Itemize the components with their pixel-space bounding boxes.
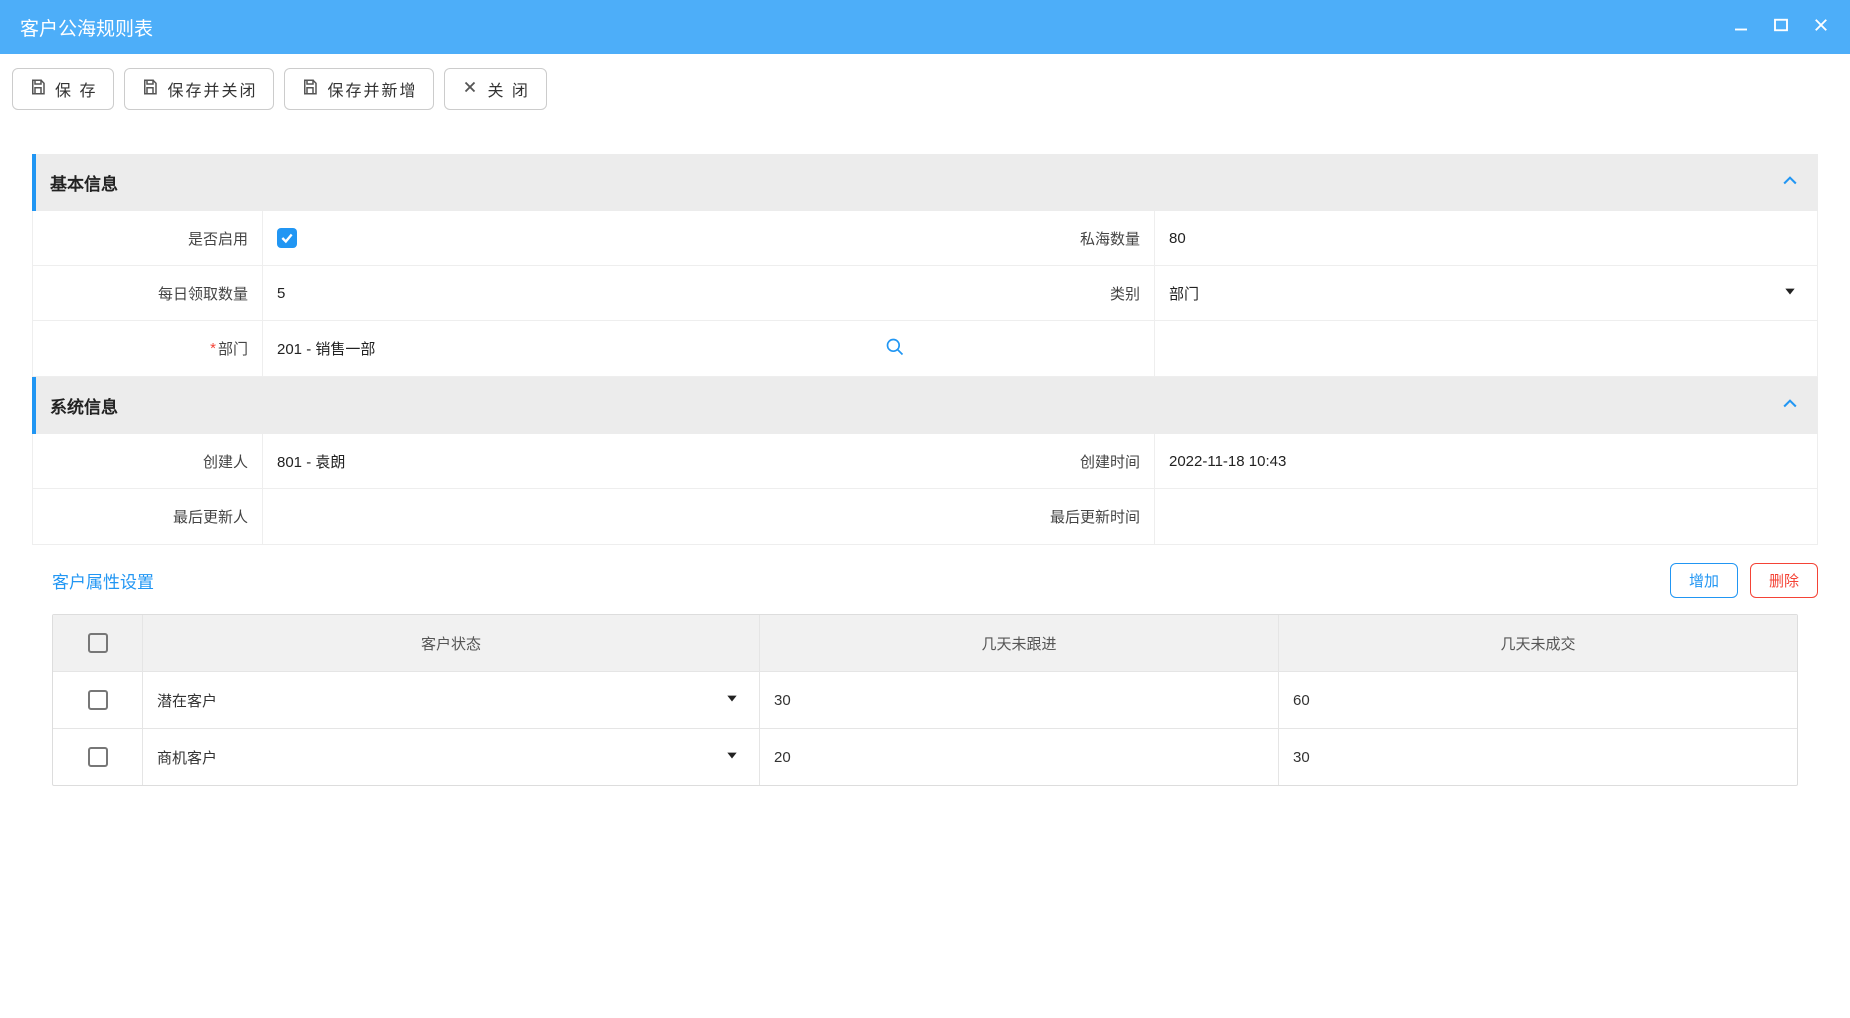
row-checkbox[interactable] xyxy=(88,747,108,767)
private-count-label: 私海数量 xyxy=(925,211,1155,265)
add-row-button[interactable]: 增加 xyxy=(1670,563,1738,598)
subtable-header: 客户属性设置 增加 删除 xyxy=(32,545,1818,610)
system-form: 创建人 801 - 袁朗 创建时间 2022-11-18 10:43 最后更新人… xyxy=(32,434,1818,545)
window-title: 客户公海规则表 xyxy=(20,14,153,41)
save-button[interactable]: 保 存 xyxy=(12,68,114,110)
create-time-value: 2022-11-18 10:43 xyxy=(1155,453,1817,470)
dept-lookup[interactable]: 201 - 销售一部 xyxy=(263,337,925,361)
days-no-follow-input[interactable]: 30 xyxy=(760,672,1279,728)
header-days-no-follow: 几天未跟进 xyxy=(760,615,1279,671)
chevron-down-icon xyxy=(725,691,739,709)
daily-claim-label: 每日领取数量 xyxy=(33,266,263,320)
enabled-value xyxy=(263,228,925,248)
field-creator: 创建人 801 - 袁朗 xyxy=(33,434,925,489)
window-titlebar: 客户公海规则表 xyxy=(0,0,1850,54)
field-daily-claim: 每日领取数量 5 xyxy=(33,266,925,321)
chevron-down-icon xyxy=(1783,284,1797,302)
table-row: 商机客户 20 30 xyxy=(53,729,1797,785)
field-create-time: 创建时间 2022-11-18 10:43 xyxy=(925,434,1817,489)
toolbar: 保 存 保存并关闭 保存并新增 关 闭 xyxy=(0,54,1850,124)
create-time-label: 创建时间 xyxy=(925,434,1155,488)
section-system-title: 系统信息 xyxy=(50,393,118,418)
close-icon[interactable] xyxy=(1812,16,1830,38)
close-icon xyxy=(461,78,479,101)
select-all-checkbox[interactable] xyxy=(88,633,108,653)
subtable-actions: 增加 删除 xyxy=(1670,563,1818,598)
delete-row-button[interactable]: 删除 xyxy=(1750,563,1818,598)
private-count-input[interactable]: 80 xyxy=(1155,230,1817,247)
dept-label: *部门 xyxy=(33,321,263,376)
close-button[interactable]: 关 闭 xyxy=(444,68,546,110)
row-checkbox-cell xyxy=(53,672,143,728)
content-area: 基本信息 是否启用 私海数量 80 每日领取数量 5 类别 xyxy=(0,124,1850,806)
save-new-button[interactable]: 保存并新增 xyxy=(284,68,434,110)
enabled-label: 是否启用 xyxy=(33,211,263,265)
header-days-no-deal: 几天未成交 xyxy=(1279,615,1797,671)
daily-claim-input[interactable]: 5 xyxy=(263,285,925,302)
enabled-checkbox[interactable] xyxy=(277,228,297,248)
window-controls xyxy=(1732,16,1830,38)
days-no-follow-input[interactable]: 20 xyxy=(760,729,1279,785)
chevron-down-icon xyxy=(725,748,739,766)
chevron-up-icon[interactable] xyxy=(1780,394,1800,418)
subtable-title: 客户属性设置 xyxy=(52,568,154,593)
update-time-label: 最后更新时间 xyxy=(925,489,1155,544)
subtable: 客户状态 几天未跟进 几天未成交 潜在客户 30 60 xyxy=(52,614,1798,786)
field-updater: 最后更新人 xyxy=(33,489,925,544)
status-select[interactable]: 潜在客户 xyxy=(143,672,760,728)
table-header-row: 客户状态 几天未跟进 几天未成交 xyxy=(53,615,1797,672)
required-mark: * xyxy=(210,340,216,357)
section-basic-title: 基本信息 xyxy=(50,170,118,195)
creator-value: 801 - 袁朗 xyxy=(263,451,925,472)
chevron-up-icon[interactable] xyxy=(1780,171,1800,195)
save-icon xyxy=(29,78,47,101)
header-checkbox-cell xyxy=(53,615,143,671)
save-icon xyxy=(141,78,159,101)
row-checkbox[interactable] xyxy=(88,690,108,710)
days-no-deal-input[interactable]: 30 xyxy=(1279,729,1797,785)
status-select[interactable]: 商机客户 xyxy=(143,729,760,785)
search-icon[interactable] xyxy=(885,337,905,361)
field-private-count: 私海数量 80 xyxy=(925,211,1817,266)
minimize-icon[interactable] xyxy=(1732,16,1750,38)
category-select[interactable]: 部门 xyxy=(1155,283,1817,304)
save-close-button[interactable]: 保存并关闭 xyxy=(124,68,274,110)
section-system-header[interactable]: 系统信息 xyxy=(32,377,1818,434)
save-icon xyxy=(301,78,319,101)
table-row: 潜在客户 30 60 xyxy=(53,672,1797,729)
updater-label: 最后更新人 xyxy=(33,489,263,544)
basic-form: 是否启用 私海数量 80 每日领取数量 5 类别 部门 xyxy=(32,211,1818,377)
field-enabled: 是否启用 xyxy=(33,211,925,266)
row-checkbox-cell xyxy=(53,729,143,785)
field-category: 类别 部门 xyxy=(925,266,1817,321)
field-update-time: 最后更新时间 xyxy=(925,489,1817,544)
category-label: 类别 xyxy=(925,266,1155,320)
maximize-icon[interactable] xyxy=(1772,16,1790,38)
creator-label: 创建人 xyxy=(33,434,263,488)
section-basic-header[interactable]: 基本信息 xyxy=(32,154,1818,211)
field-dept: *部门 201 - 销售一部 xyxy=(33,321,925,376)
days-no-deal-input[interactable]: 60 xyxy=(1279,672,1797,728)
header-status: 客户状态 xyxy=(143,615,760,671)
field-empty xyxy=(925,321,1817,376)
